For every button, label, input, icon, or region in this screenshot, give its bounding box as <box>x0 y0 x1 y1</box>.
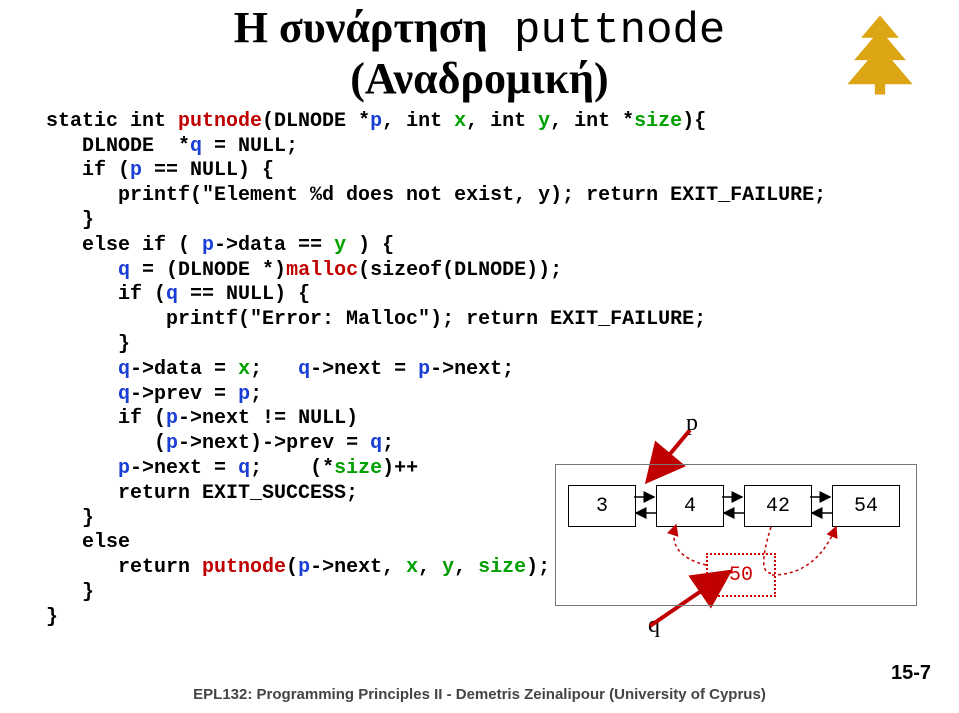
slide-title: Η συνάρτηση puttnode (Αναδρομική) <box>0 4 959 104</box>
list-arrows-icon <box>556 465 916 605</box>
linked-list-diagram: 3 4 42 54 50 <box>555 464 917 606</box>
tree-logo-icon <box>837 12 923 98</box>
footer-text: EPL132: Programming Principles II - Deme… <box>0 686 959 703</box>
page-number: 15-7 <box>891 662 931 685</box>
